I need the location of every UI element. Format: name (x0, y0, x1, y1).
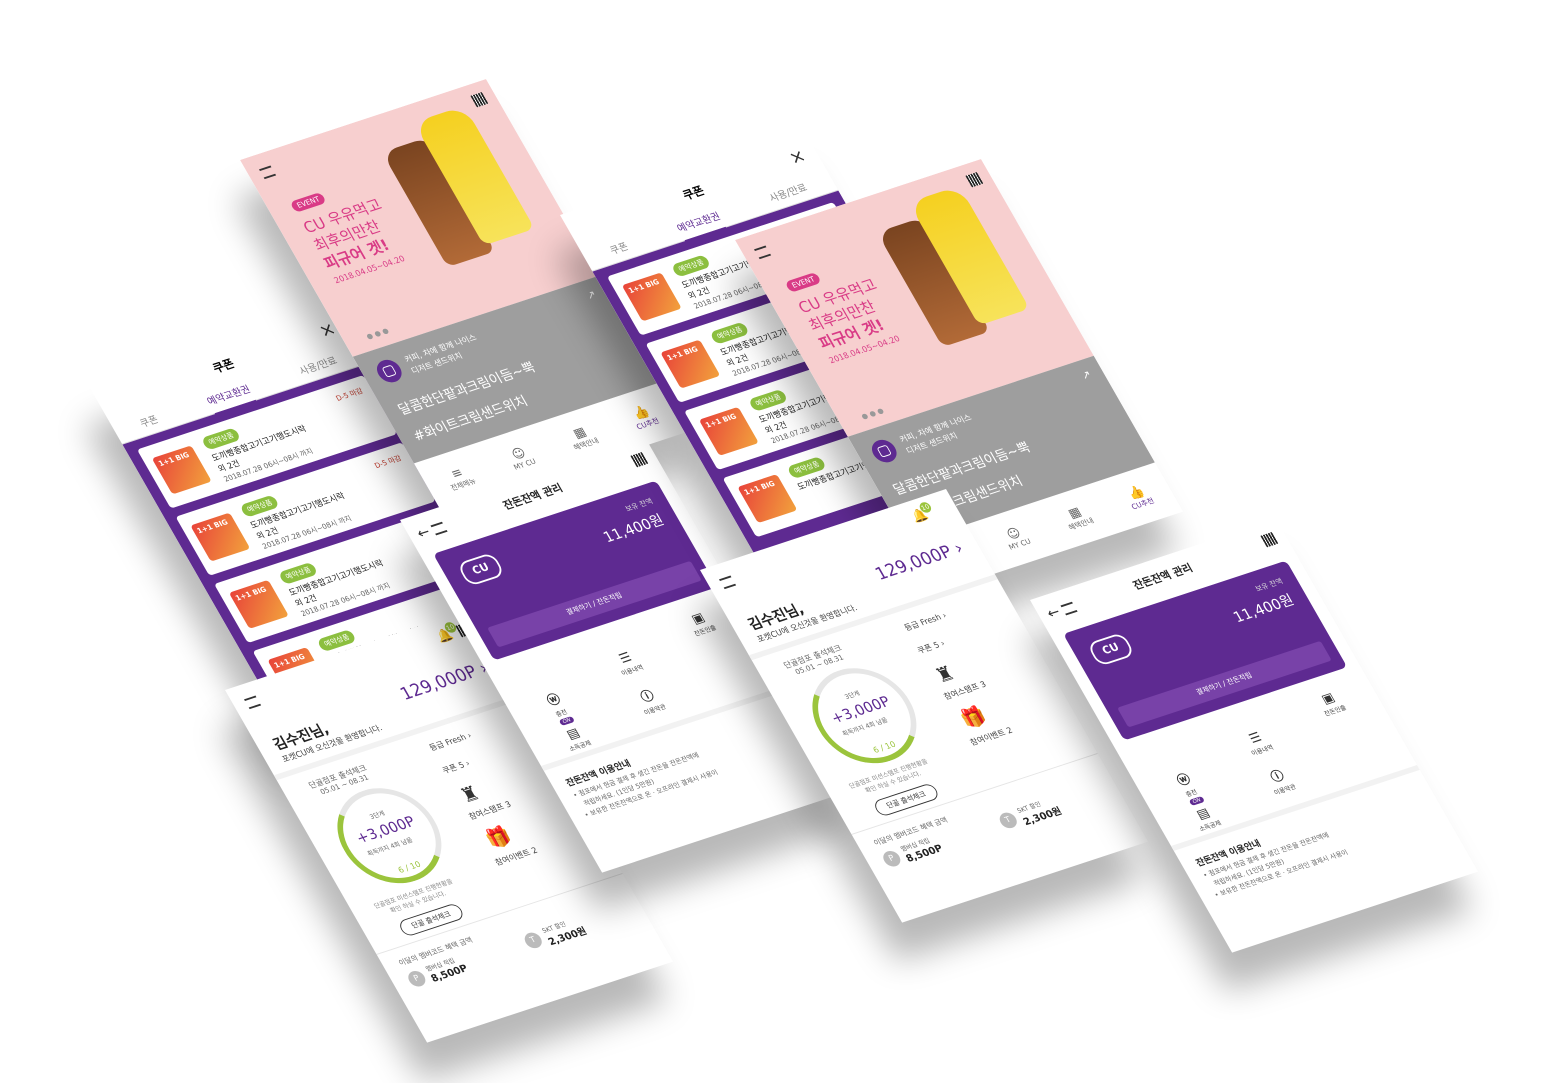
money-screen: ← 잔돈잔액 관리 CU 보유 잔액 11,400원 결제하기 / 잔돈적립 ▣… (1030, 519, 1479, 953)
dday-label: D-5 마감 (334, 386, 365, 403)
grade-link[interactable]: 등급 Fresh › (427, 729, 474, 754)
cu-logo: CU (1086, 631, 1136, 667)
list-icon: ☰ (1246, 730, 1265, 747)
divider (851, 753, 1098, 835)
tab-coupon[interactable]: 쿠폰 (137, 412, 161, 431)
instagram-icon (372, 356, 407, 386)
mockup-stage: 쿠폰 × 쿠폰 예약교환권 사용/만료 1+1 BIG 예약상품 D-5 마감 … (0, 0, 1559, 1083)
menu-icon[interactable] (259, 165, 277, 180)
carousel-dots[interactable]: ● ● ● (365, 326, 391, 340)
balance-value: 11,400원 (1230, 591, 1297, 626)
won-icon: ⓦ (1174, 771, 1194, 789)
point-balance[interactable]: 129,000P › (397, 658, 492, 704)
info-icon: ⓘ (638, 688, 658, 706)
product-image: 1+1 BIG (698, 406, 759, 456)
terms-button[interactable]: ⓘ 이용약관 (1248, 760, 1312, 802)
skt-icon: T (996, 810, 1020, 831)
divider (376, 873, 623, 955)
skt-icon: T (521, 930, 545, 951)
nav-all-menu[interactable]: ≡전체메뉴 (441, 463, 478, 493)
menu-icon[interactable] (754, 245, 772, 260)
won-icon: ⓦ (544, 691, 564, 709)
cu-logo: CU (456, 551, 506, 587)
coupon-link[interactable]: 쿠폰 5 › (915, 637, 947, 656)
stamp-icon: ♜ (456, 782, 485, 808)
history-button[interactable]: ☰ 이용내역 (1227, 724, 1289, 763)
product-image: 1+1 BIG (737, 474, 798, 524)
barcode-icon[interactable] (470, 92, 489, 108)
nav-my-cu[interactable]: ☺ MY CU (504, 444, 537, 471)
instagram-icon (867, 436, 902, 466)
withdraw-button[interactable]: ▣ 잔돈인출 (1300, 684, 1362, 723)
product-image: 1+1 BIG (228, 579, 289, 629)
point-icon: P (880, 848, 904, 869)
menu-icon[interactable] (719, 575, 737, 590)
nav-my-cu[interactable]: ☺ MY CU (999, 524, 1032, 551)
wallet-icon: ▣ (689, 610, 708, 628)
receipt-icon: ▤ (1194, 805, 1213, 823)
wallet-icon: ▣ (1319, 690, 1338, 708)
stamp-icon: ♜ (931, 662, 960, 688)
product-image: 1+1 BIG (660, 339, 721, 389)
nav-cu-recommend[interactable]: 👍 CU추천 (1122, 482, 1156, 511)
dday-label: D-5 마감 (373, 453, 404, 470)
balance-value: 11,400원 (600, 511, 667, 546)
barcode-icon[interactable] (965, 172, 984, 188)
grade-link[interactable]: 등급 Fresh › (902, 609, 949, 634)
nav-cu-recommend[interactable]: 👍 CU추천 (627, 402, 661, 431)
share-icon[interactable]: ↗ (1079, 368, 1094, 382)
info-icon: ⓘ (1268, 768, 1288, 786)
pay-save-button[interactable]: 결제하기 / 잔돈적립 (1117, 640, 1332, 728)
on-badge: ON (1188, 796, 1205, 806)
point-balance[interactable]: 129,000P › (872, 538, 967, 584)
product-image: 1+1 BIG (151, 445, 212, 495)
terms-button[interactable]: ⓘ 이용약관 (618, 680, 682, 722)
gift-icon: 🎁 (481, 824, 516, 853)
nav-benefit[interactable]: ▦ 혜택안내 (1059, 502, 1096, 532)
pay-save-button[interactable]: 결제하기 / 잔돈적립 (487, 560, 702, 648)
history-button[interactable]: ☰ 이용내역 (597, 644, 659, 683)
share-icon[interactable]: ↗ (584, 288, 599, 302)
product-image: 1+1 BIG (190, 512, 251, 562)
product-image: 1+1 BIG (621, 272, 682, 322)
coupon-link[interactable]: 쿠폰 5 › (440, 757, 472, 776)
point-icon: P (405, 968, 429, 989)
nav-benefit[interactable]: ▦ 혜택안내 (564, 422, 601, 452)
carousel-dots[interactable]: ● ● ● (860, 406, 886, 420)
receipt-icon: ▤ (564, 725, 583, 743)
tab-coupon[interactable]: 쿠폰 (607, 239, 631, 258)
list-icon: ☰ (616, 650, 635, 667)
menu-icon[interactable] (244, 695, 262, 710)
on-badge: ON (558, 716, 575, 726)
gift-icon: 🎁 (956, 704, 991, 733)
